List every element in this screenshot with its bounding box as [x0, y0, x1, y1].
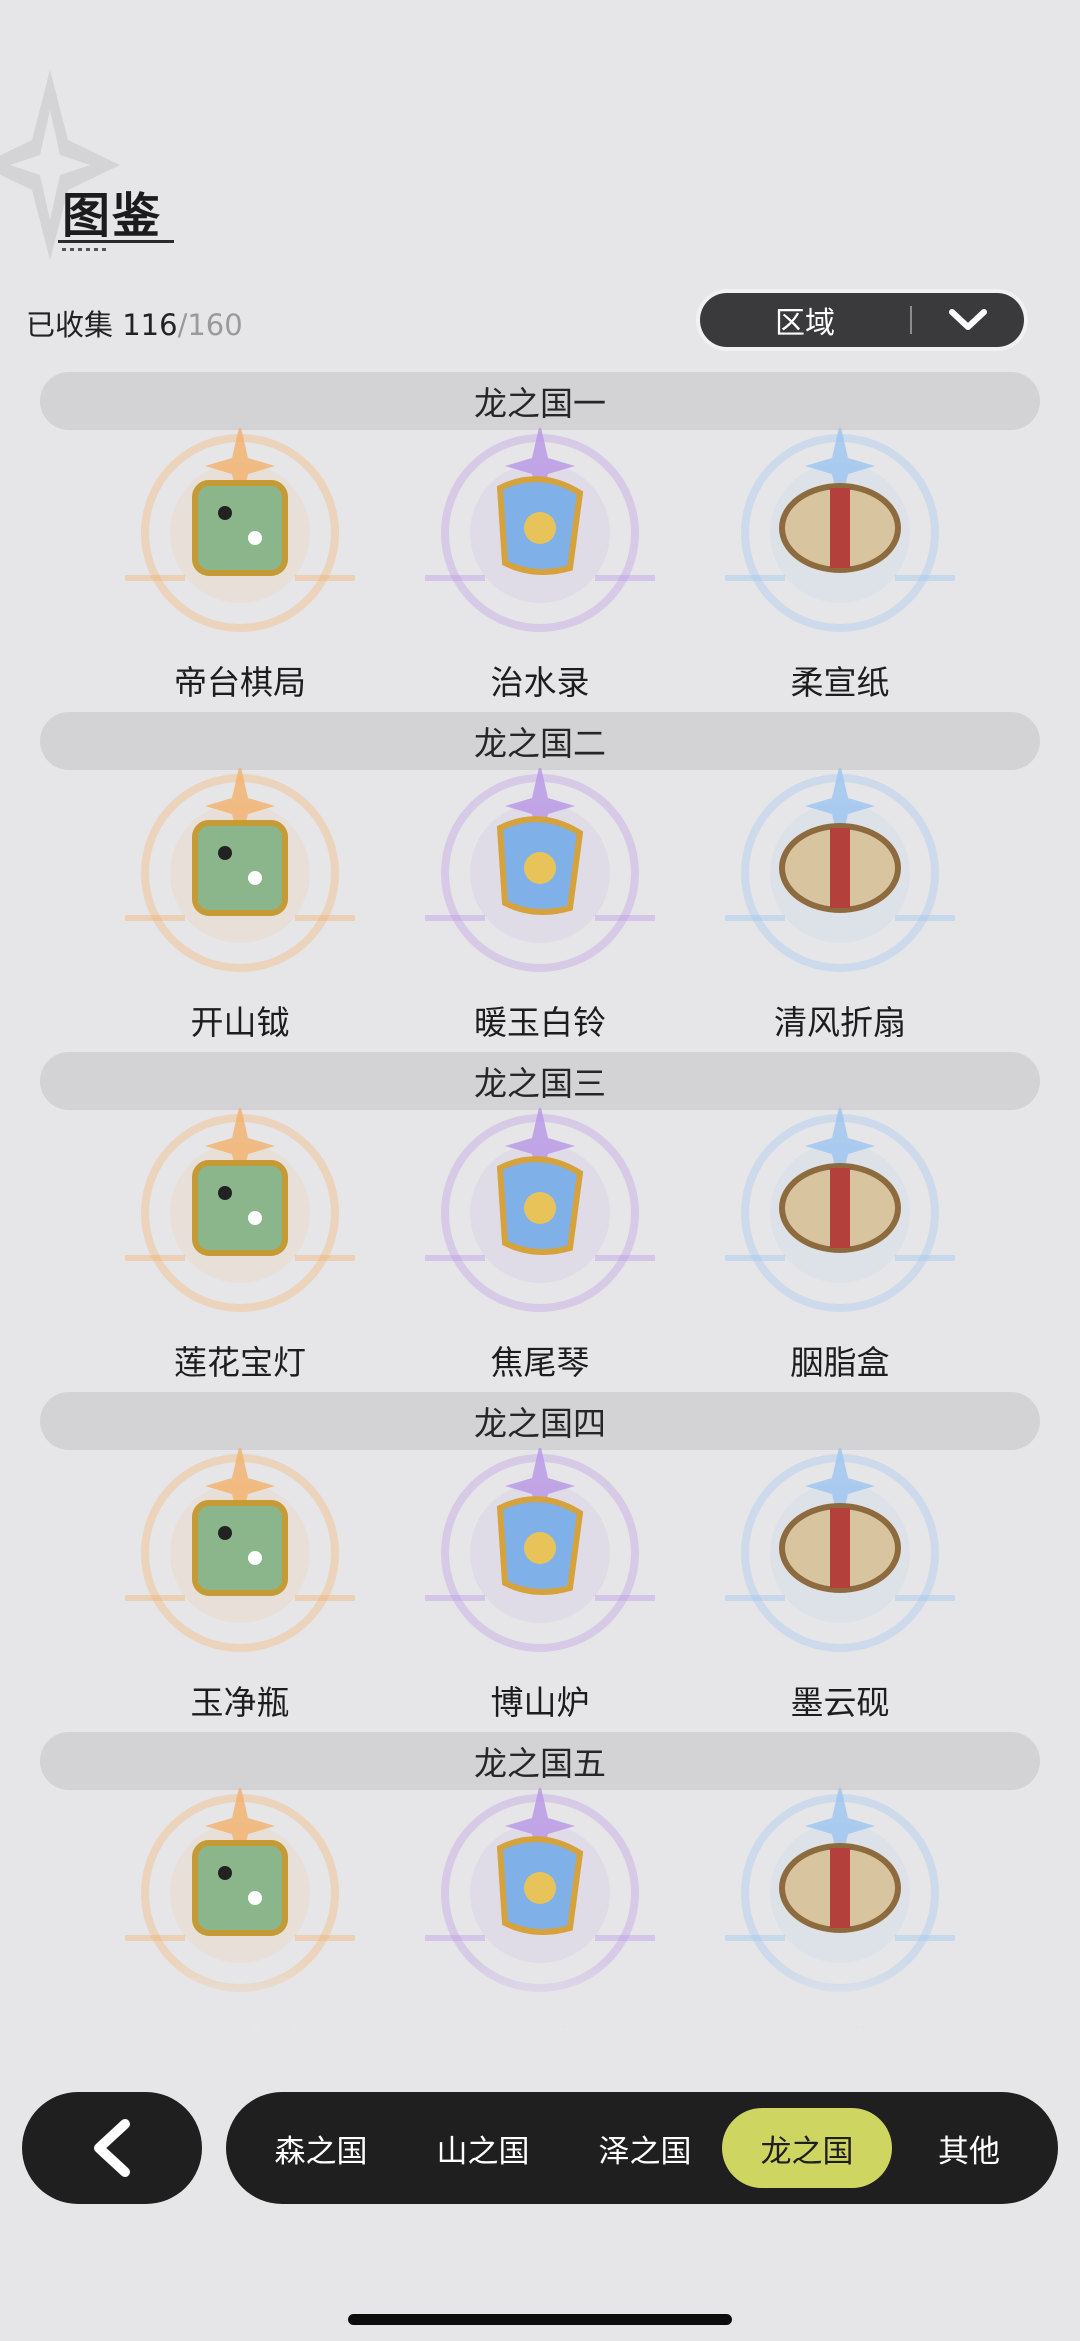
collection-progress: 已收集 116/160	[26, 302, 243, 344]
codex-item-name: 胭脂盒	[790, 1343, 890, 1382]
codex-item[interactable]: 暖玉白铃	[415, 768, 665, 1048]
region-filter-dropdown[interactable]: 区域	[700, 293, 1024, 347]
page-title: 图鉴	[62, 188, 163, 244]
lotus-lamp-icon	[125, 1108, 355, 1312]
codex-item[interactable]: 博山炉	[415, 1448, 665, 1728]
fan-icon	[725, 768, 955, 972]
codex-item-name: 开山钺	[190, 1003, 290, 1042]
codex-item[interactable]: 柔宣纸	[715, 428, 965, 708]
region-filter-label: 区域	[775, 306, 835, 341]
codex-item[interactable]: 胭脂盒	[715, 1108, 965, 1388]
region-tab[interactable]: 龙之国	[722, 2108, 892, 2188]
vase-icon	[125, 1448, 355, 1652]
collection-total: /160	[177, 308, 243, 342]
codex-item-name: 博山炉	[490, 1683, 590, 1722]
section-header: 龙之国二	[40, 712, 1040, 770]
codex-list[interactable]: 龙之国一 帝台棋局 治水录 柔宣纸 龙之国二 开山钺 暖玉白铃 清风折扇 龙之国…	[0, 372, 1080, 2037]
codex-item-name: 玉净瓶	[190, 1683, 290, 1722]
codex-item-name: 治水录	[490, 663, 590, 702]
bell-icon	[425, 768, 655, 972]
codex-item[interactable]: 莲花宝灯	[115, 1108, 365, 1388]
collection-label: 已收集	[26, 308, 123, 342]
codex-item[interactable]: 开山钺	[115, 768, 365, 1048]
codex-item[interactable]: 焦尾琴	[415, 1108, 665, 1388]
list-fade	[0, 1960, 1080, 2040]
chevron-down-icon	[912, 308, 1024, 332]
back-button[interactable]	[22, 2092, 202, 2204]
title-dots	[62, 248, 106, 251]
section-header: 龙之国一	[40, 372, 1040, 430]
codex-item[interactable]: 墨云砚	[715, 1448, 965, 1728]
inkstone-icon	[725, 1448, 955, 1652]
codex-item[interactable]: 玉净瓶	[115, 1448, 365, 1728]
codex-item-name: 焦尾琴	[490, 1343, 590, 1382]
incense-burner-icon	[425, 1448, 655, 1652]
codex-item-name: 帝台棋局	[174, 663, 306, 702]
axe-icon	[125, 768, 355, 972]
codex-item-name: 柔宣纸	[790, 663, 890, 702]
region-tab[interactable]: 山之国	[398, 2108, 568, 2188]
codex-item[interactable]: 清风折扇	[715, 768, 965, 1048]
section-header: 龙之国四	[40, 1392, 1040, 1450]
section-header: 龙之国三	[40, 1052, 1040, 1110]
region-tab-bar: 森之国 山之国 泽之国 龙之国 其他	[226, 2092, 1058, 2204]
section-header: 龙之国五	[40, 1732, 1040, 1790]
codex-item[interactable]: 帝台棋局	[115, 428, 365, 708]
chevron-left-icon	[94, 2119, 130, 2177]
codex-item-name: 清风折扇	[774, 1003, 906, 1042]
region-tab[interactable]: 森之国	[236, 2108, 406, 2188]
codex-item[interactable]: 治水录	[415, 428, 665, 708]
region-tab[interactable]: 泽之国	[560, 2108, 730, 2188]
go-board-icon	[125, 428, 355, 632]
codex-item-name: 暖玉白铃	[474, 1003, 606, 1042]
zither-icon	[425, 1108, 655, 1312]
codex-item-name: 墨云砚	[790, 1683, 890, 1722]
scroll-icon	[425, 428, 655, 632]
title-underline	[58, 240, 174, 243]
collection-count: 116	[122, 308, 178, 342]
codex-item-name: 莲花宝灯	[174, 1343, 306, 1382]
home-indicator	[348, 2314, 732, 2325]
rouge-box-icon	[725, 1108, 955, 1312]
paper-bundle-icon	[725, 428, 955, 632]
region-tab[interactable]: 其他	[884, 2108, 1054, 2188]
